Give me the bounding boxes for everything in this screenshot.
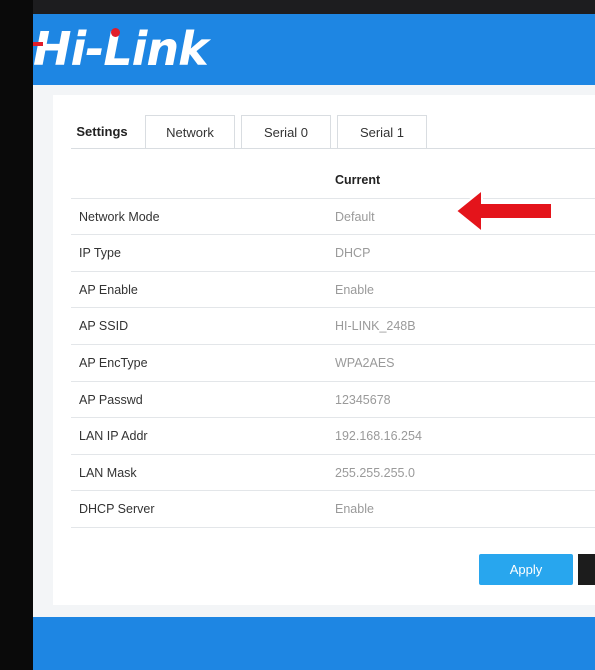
table-row: IP Type DHCP — [71, 235, 595, 272]
apply-button[interactable]: Apply — [479, 554, 573, 585]
tab-network[interactable]: Network — [145, 115, 235, 148]
row-value: WPA2AES — [335, 355, 395, 370]
table-row: LAN Mask 255.255.255.0 — [71, 455, 595, 492]
header-bar: Hi-Link — [33, 14, 595, 85]
router-config-screen: Hi-Link Settings Network Serial 0 Serial… — [33, 0, 595, 670]
row-value: Enable — [335, 502, 374, 517]
row-value: HI-LINK_248B — [335, 319, 416, 334]
row-label: AP EncType — [79, 355, 148, 370]
logo-red-bar — [33, 42, 43, 46]
tab-serial-0[interactable]: Serial 0 — [241, 115, 331, 148]
row-label: LAN Mask — [79, 465, 137, 480]
tab-serial-1[interactable]: Serial 1 — [337, 115, 427, 148]
row-value: 12345678 — [335, 392, 391, 407]
row-label: AP Enable — [79, 282, 138, 297]
row-label: Network Mode — [79, 209, 160, 224]
row-value: 192.168.16.254 — [335, 429, 422, 444]
top-bezel — [33, 0, 595, 14]
table-row: LAN IP Addr 192.168.16.254 — [71, 418, 595, 455]
row-label: AP Passwd — [79, 392, 143, 407]
hi-link-logo: Hi-Link — [33, 22, 209, 76]
table-row: DHCP Server Enable — [71, 491, 595, 528]
row-value: DHCP — [335, 246, 371, 261]
table-row: AP SSID HI-LINK_248B — [71, 308, 595, 345]
row-label: LAN IP Addr — [79, 429, 148, 444]
tab-divider — [71, 148, 595, 149]
row-label: AP SSID — [79, 319, 129, 334]
bezel-edge — [578, 554, 595, 585]
row-value: 255.255.255.0 — [335, 465, 415, 480]
row-value: Enable — [335, 282, 374, 297]
table-row: AP Passwd 12345678 — [71, 382, 595, 419]
footer-bar — [33, 617, 595, 670]
row-label: IP Type — [79, 246, 121, 261]
logo-red-dot — [111, 28, 120, 37]
settings-panel: Settings Network Serial 0 Serial 1 Curre… — [53, 95, 595, 605]
table-row: AP EncType WPA2AES — [71, 345, 595, 382]
row-label: DHCP Server — [79, 502, 155, 517]
table-row: AP Enable Enable — [71, 272, 595, 309]
left-arrow-icon — [456, 188, 553, 234]
row-value: Default — [335, 209, 375, 224]
tab-settings-label: Settings — [76, 124, 128, 139]
column-header-current: Current — [335, 173, 381, 187]
